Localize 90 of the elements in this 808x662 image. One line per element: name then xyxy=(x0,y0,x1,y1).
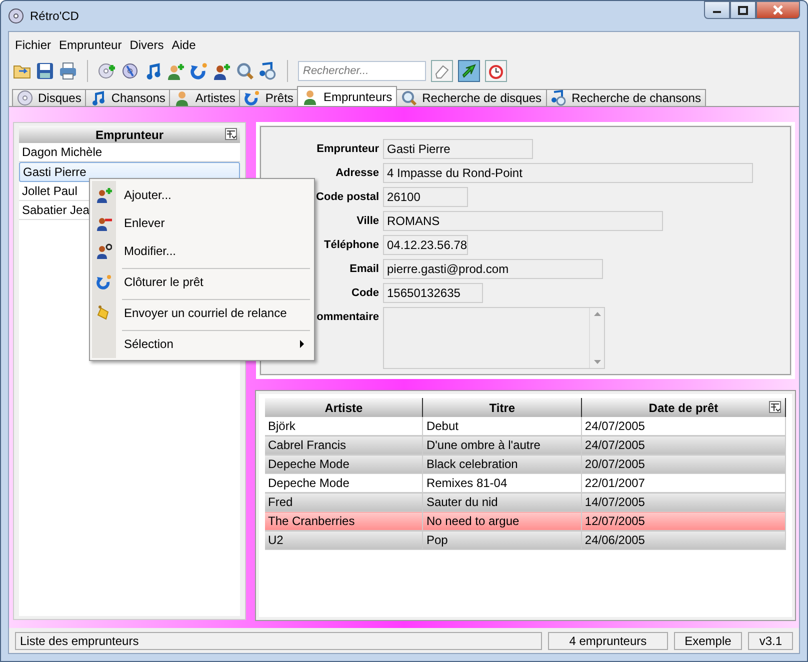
input-field[interactable]: 15650132635 xyxy=(383,283,483,303)
field-label: Email xyxy=(350,262,380,277)
comment-field[interactable] xyxy=(383,307,605,369)
table-cell: 14/07/2005 xyxy=(581,492,786,512)
field-label: Code postal xyxy=(316,190,380,205)
table-cell: 12/07/2005 xyxy=(581,512,786,530)
return-arrow-icon xyxy=(96,274,112,290)
table-cell: Sauter du nid xyxy=(422,492,582,512)
column-header[interactable]: Date de prêt xyxy=(581,398,786,417)
column-header[interactable]: Titre xyxy=(422,398,582,417)
table-cell: The Cranberries xyxy=(265,512,423,530)
tab[interactable]: Artistes xyxy=(169,89,240,106)
table-cell: No need to argue xyxy=(422,512,582,530)
input-field[interactable]: 04.12.23.56.78 xyxy=(383,235,468,255)
field-label: Code xyxy=(352,286,380,301)
note-search-icon[interactable] xyxy=(259,62,277,80)
input-field[interactable]: Gasti Pierre xyxy=(383,139,533,159)
status-text: 4 emprunteurs xyxy=(548,632,668,650)
music-note-icon xyxy=(90,90,106,106)
table-cell: 24/06/2005 xyxy=(581,530,786,550)
table-cell: Pop xyxy=(422,530,582,550)
person-remove-icon xyxy=(96,215,112,231)
field-label: Adresse xyxy=(336,166,380,181)
column-chooser-icon[interactable] xyxy=(769,401,781,413)
field-label: ommentaire xyxy=(316,310,380,325)
person-edit-icon xyxy=(96,243,112,259)
tab[interactable]: Emprunteurs xyxy=(297,86,398,106)
music-note-icon[interactable] xyxy=(144,62,162,80)
status-text: Liste des emprunteurs xyxy=(15,632,542,650)
menu-item[interactable]: Aide xyxy=(168,36,200,54)
disc-icon xyxy=(17,90,33,106)
close-button[interactable] xyxy=(756,1,800,19)
table-cell: 24/07/2005 xyxy=(581,436,786,454)
table-cell: Depeche Mode xyxy=(265,454,423,474)
person-add-icon xyxy=(96,187,112,203)
person-add-icon[interactable] xyxy=(213,62,231,80)
scroll-up-icon[interactable] xyxy=(594,312,600,316)
context-menu-item[interactable]: Enlever xyxy=(92,209,312,237)
disc-add-icon[interactable] xyxy=(98,62,116,80)
scroll-down-icon[interactable] xyxy=(594,360,600,364)
status-text: Exemple xyxy=(674,632,742,650)
field-label: Emprunteur xyxy=(316,142,380,157)
tab[interactable]: Recherche de disques xyxy=(396,89,547,106)
column-chooser-icon[interactable] xyxy=(225,128,237,140)
close-icon xyxy=(772,5,784,15)
menu-item[interactable]: Emprunteur xyxy=(55,36,126,54)
tab[interactable]: Disques xyxy=(12,89,86,106)
magnifier-icon xyxy=(401,90,418,106)
context-menu-item[interactable]: Modifier... xyxy=(92,237,312,265)
search-field[interactable]: Rechercher... xyxy=(298,61,426,81)
maximize-button[interactable] xyxy=(730,1,756,19)
submenu-arrow-icon xyxy=(300,340,304,348)
note-search-icon xyxy=(550,90,567,106)
table-cell: D'une ombre à l'autre xyxy=(422,436,582,454)
field-label: Ville xyxy=(356,214,380,229)
table-cell: Fred xyxy=(265,492,423,512)
eraser-button[interactable] xyxy=(431,60,453,82)
tab[interactable]: Chansons xyxy=(85,89,170,106)
status-text: v3.1 xyxy=(748,632,793,650)
table-cell: Black celebration xyxy=(422,454,582,474)
alarm-clock-button[interactable] xyxy=(485,60,507,82)
return-arrow-icon xyxy=(244,90,260,106)
column-header[interactable]: Artiste xyxy=(265,398,423,417)
tab[interactable]: Recherche de chansons xyxy=(546,89,706,106)
context-menu-item[interactable]: Ajouter... xyxy=(92,181,312,209)
table-cell: Cabrel Francis xyxy=(265,436,423,454)
table-cell: U2 xyxy=(265,530,423,550)
column-header-text: Emprunteur xyxy=(95,128,164,142)
disc-icon[interactable] xyxy=(121,62,139,80)
field-label: Téléphone xyxy=(324,238,380,253)
input-field[interactable]: 26100 xyxy=(383,187,468,207)
person-add-icon[interactable] xyxy=(167,62,185,80)
magnifier-icon[interactable] xyxy=(236,62,254,80)
person-icon xyxy=(302,88,318,104)
menu-item[interactable]: Fichier xyxy=(11,36,56,54)
input-field[interactable]: pierre.gasti@prod.com xyxy=(383,259,603,279)
save-icon[interactable] xyxy=(36,62,54,80)
printer-icon[interactable] xyxy=(59,62,77,80)
person-icon xyxy=(174,90,190,106)
input-field[interactable]: ROMANS xyxy=(383,211,663,231)
window-title: Rétro'CD xyxy=(30,9,79,23)
disc-icon xyxy=(8,8,24,24)
maximize-icon xyxy=(738,6,748,14)
minimize-button[interactable] xyxy=(704,1,730,19)
tab[interactable]: Prêts xyxy=(239,89,298,106)
table-cell: 20/07/2005 xyxy=(581,454,786,474)
return-arrow-icon[interactable] xyxy=(190,62,208,80)
menu-item[interactable]: Divers xyxy=(126,36,168,54)
arrow-button[interactable] xyxy=(458,60,480,82)
input-field[interactable]: 4 Impasse du Rond-Point xyxy=(383,163,753,183)
